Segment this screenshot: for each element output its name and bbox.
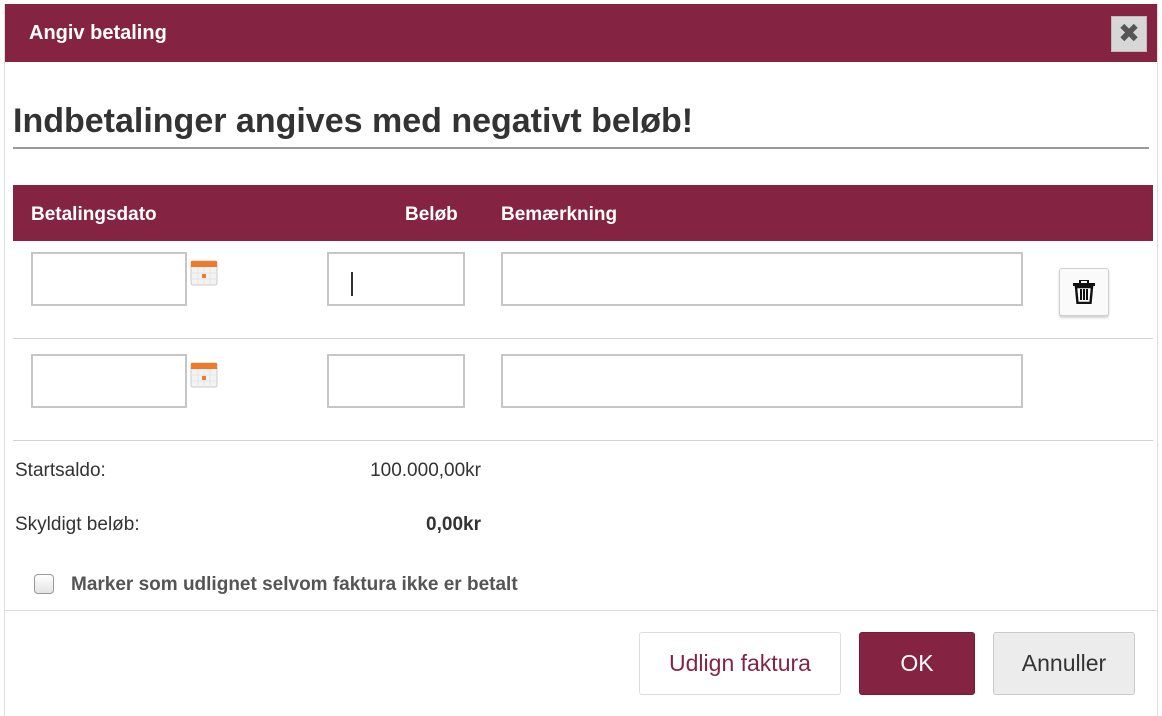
payment-date-input[interactable]	[31, 252, 187, 306]
trash-icon	[1073, 280, 1095, 304]
column-header-note: Bemærkning	[501, 204, 618, 225]
close-icon: ✖	[1118, 18, 1140, 48]
calendar-icon[interactable]	[190, 260, 218, 286]
ok-button[interactable]: OK	[859, 632, 975, 695]
column-header-date: Betalingsdato	[31, 204, 157, 225]
row-divider	[13, 440, 1153, 441]
close-button[interactable]: ✖	[1111, 16, 1147, 52]
settle-invoice-button[interactable]: Udlign faktura	[639, 632, 841, 695]
mark-settled-label[interactable]: Marker som udlignet selvom faktura ikke …	[71, 574, 518, 596]
column-header-amount: Beløb	[405, 204, 458, 225]
delete-row-button[interactable]	[1059, 268, 1109, 316]
payment-amount-input[interactable]	[327, 354, 465, 408]
owed-amount-label: Skyldigt beløb:	[15, 514, 140, 535]
calendar-icon[interactable]	[190, 362, 218, 388]
heading-divider	[13, 147, 1149, 149]
payment-date-input[interactable]	[31, 354, 187, 408]
payment-note-input[interactable]	[501, 354, 1023, 408]
table-header: Betalingsdato Beløb Bemærkning	[13, 185, 1153, 241]
payment-note-input[interactable]	[501, 252, 1023, 306]
footer-divider	[5, 610, 1157, 611]
row-divider	[13, 338, 1153, 339]
text-cursor	[351, 272, 353, 296]
owed-amount-value: 0,00kr	[426, 514, 481, 535]
payment-dialog: Angiv betaling ✖ Indbetalinger angives m…	[4, 4, 1158, 716]
page-title: Indbetalinger angives med negativt beløb…	[13, 102, 694, 140]
start-balance-label: Startsaldo:	[15, 460, 106, 481]
mark-settled-checkbox[interactable]	[34, 574, 54, 594]
payment-amount-input[interactable]	[327, 252, 465, 306]
dialog-title: Angiv betaling	[29, 22, 167, 44]
dialog-titlebar: Angiv betaling	[5, 4, 1157, 62]
cancel-button[interactable]: Annuller	[993, 632, 1135, 695]
start-balance-value: 100.000,00kr	[370, 460, 481, 481]
